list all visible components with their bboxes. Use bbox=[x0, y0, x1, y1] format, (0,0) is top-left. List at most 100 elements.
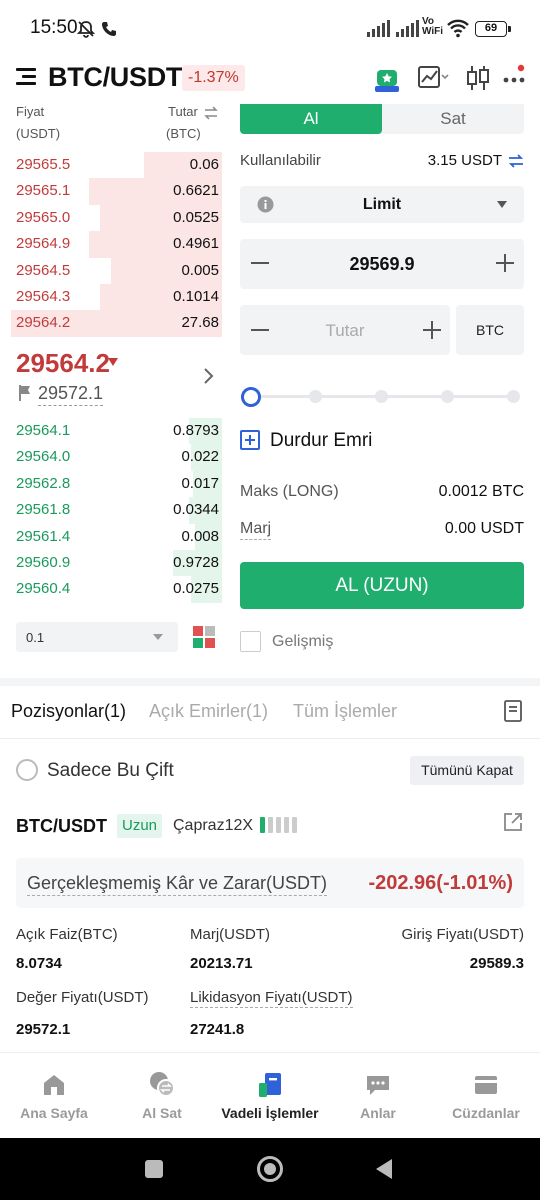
dropdown-arrow-icon bbox=[153, 634, 163, 640]
tab-buy[interactable]: Al bbox=[240, 104, 382, 134]
close-all-button[interactable]: Tümünü Kapat bbox=[410, 756, 524, 785]
unrealized-pnl-value: -202.96(-1.01%) bbox=[368, 872, 513, 894]
tab-positions[interactable]: Pozisyonlar(1) bbox=[11, 701, 126, 722]
price-input[interactable]: 29569.9 bbox=[280, 254, 484, 275]
ask-row[interactable]: 29564.2 27.68 bbox=[0, 310, 222, 337]
back-icon[interactable] bbox=[374, 1158, 394, 1180]
chart-icon[interactable] bbox=[418, 66, 450, 92]
header: BTC/USDT -1.37% bbox=[0, 56, 540, 104]
nav-home[interactable]: Ana Sayfa bbox=[0, 1053, 108, 1139]
battery-tip bbox=[508, 26, 511, 32]
slider-handle[interactable] bbox=[241, 387, 261, 407]
bid-row[interactable]: 29561.4 0.008 bbox=[0, 523, 222, 550]
document-icon[interactable] bbox=[503, 700, 523, 722]
ask-price: 29564.3 bbox=[16, 288, 71, 305]
ask-row[interactable]: 29564.9 0.4961 bbox=[0, 231, 222, 258]
advanced-checkbox[interactable] bbox=[240, 631, 261, 652]
ask-row[interactable]: 29564.5 0.005 bbox=[0, 257, 222, 284]
only-pair-radio[interactable] bbox=[16, 759, 38, 781]
bid-row[interactable]: 29560.4 0.0275 bbox=[0, 576, 222, 603]
chevron-right-icon[interactable] bbox=[203, 367, 215, 385]
bot-icon[interactable] bbox=[373, 64, 401, 94]
candlestick-icon[interactable] bbox=[466, 64, 490, 92]
tab-open-orders[interactable]: Açık Emirler(1) bbox=[149, 701, 268, 722]
slider-step-25[interactable] bbox=[309, 390, 322, 403]
stop-order-label[interactable]: Durdur Emri bbox=[270, 430, 372, 452]
buy-sell-tabs: Al Sat bbox=[240, 104, 524, 134]
nav-futures[interactable]: Vadeli İşlemler bbox=[216, 1053, 324, 1139]
position-margin-label: Marj(USDT) bbox=[190, 926, 270, 943]
bid-row[interactable]: 29561.8 0.0344 bbox=[0, 497, 222, 524]
only-pair-label[interactable]: Sadece Bu Çift bbox=[47, 760, 174, 782]
price-increase-button[interactable] bbox=[495, 253, 515, 273]
ask-row[interactable]: 29565.5 0.06 bbox=[0, 152, 222, 179]
max-long-value: 0.0012 BTC bbox=[438, 483, 524, 500]
ask-row[interactable]: 29565.0 0.0525 bbox=[0, 204, 222, 232]
stop-order-checkbox-icon[interactable] bbox=[240, 430, 260, 450]
nav-trade[interactable]: Al Sat bbox=[108, 1053, 216, 1139]
order-type-value: Limit bbox=[362, 196, 402, 213]
battery-level: 69 bbox=[484, 22, 498, 34]
price-column-header: Fiyat bbox=[16, 104, 45, 119]
bid-row[interactable]: 29564.1 0.8793 bbox=[0, 418, 222, 445]
wallet-icon bbox=[475, 1076, 497, 1094]
down-arrow-icon bbox=[108, 358, 118, 366]
more-icon[interactable] bbox=[502, 64, 526, 90]
bid-row[interactable]: 29560.9 0.9728 bbox=[0, 550, 222, 577]
unrealized-pnl-label: Gerçekleşmemiş Kâr ve Zarar(USDT) bbox=[27, 873, 328, 896]
nav-trade-label: Al Sat bbox=[142, 1105, 182, 1121]
price-decrease-button[interactable] bbox=[250, 253, 270, 273]
mark-price: 29572.1 bbox=[38, 383, 104, 406]
entry-price-label: Giriş Fiyatı(USDT) bbox=[401, 926, 525, 943]
ask-qty: 0.005 bbox=[181, 261, 219, 279]
liquidation-price-value: 27241.8 bbox=[190, 1021, 245, 1038]
tab-sell[interactable]: Sat bbox=[382, 104, 524, 134]
bid-row[interactable]: 29564.0 0.022 bbox=[0, 444, 222, 471]
amount-column-unit: (BTC) bbox=[166, 126, 201, 141]
amount-unit: BTC bbox=[476, 322, 504, 338]
tab-all-trades[interactable]: Tüm İşlemler bbox=[293, 701, 397, 722]
ask-row[interactable]: 29564.3 0.1014 bbox=[0, 284, 222, 311]
buy-long-button[interactable]: AL (UZUN) bbox=[240, 562, 524, 609]
mark-price-value: 29572.1 bbox=[16, 1021, 71, 1038]
unrealized-pnl-box: Gerçekleşmemiş Kâr ve Zarar(USDT) -202.9… bbox=[16, 858, 524, 908]
status-time: 15:50 bbox=[30, 17, 78, 38]
home-button-icon[interactable] bbox=[257, 1156, 283, 1182]
entry-price-value: 29589.3 bbox=[469, 955, 524, 972]
ask-qty: 0.6621 bbox=[173, 182, 219, 200]
recents-icon[interactable] bbox=[145, 1160, 163, 1178]
share-external-icon[interactable] bbox=[503, 812, 523, 832]
bid-price: 29560.4 bbox=[16, 580, 71, 598]
precision-select[interactable]: 0.1 bbox=[16, 622, 178, 652]
bid-qty: 0.8793 bbox=[173, 422, 219, 439]
order-type-select[interactable]: Limit bbox=[240, 186, 524, 223]
amount-input[interactable]: Tutar bbox=[280, 321, 410, 341]
ask-row[interactable]: 29565.1 0.6621 bbox=[0, 178, 222, 205]
nav-futures-label: Vadeli İşlemler bbox=[221, 1105, 319, 1121]
bid-qty: 0.0275 bbox=[173, 580, 219, 598]
slider-step-50[interactable] bbox=[375, 390, 388, 403]
swap-unit-icon[interactable] bbox=[203, 106, 219, 120]
open-interest-value: 8.0734 bbox=[16, 955, 62, 972]
slider-step-100[interactable] bbox=[507, 390, 520, 403]
slider-step-75[interactable] bbox=[441, 390, 454, 403]
menu-icon[interactable] bbox=[16, 66, 40, 88]
status-bar: 15:50 Vo WiFi 69 bbox=[0, 0, 540, 56]
amount-unit-select[interactable]: BTC bbox=[456, 305, 524, 355]
book-layout-icon[interactable] bbox=[192, 625, 216, 649]
amount-increase-button[interactable] bbox=[422, 320, 442, 340]
home-icon bbox=[44, 1075, 64, 1095]
bid-qty: 0.008 bbox=[181, 527, 219, 545]
nav-wallet[interactable]: Cüzdanlar bbox=[432, 1053, 540, 1139]
order-type-arrow-icon bbox=[497, 201, 507, 208]
ask-qty: 0.0525 bbox=[173, 208, 219, 226]
advanced-label[interactable]: Gelişmiş bbox=[272, 633, 333, 651]
transfer-icon[interactable] bbox=[508, 153, 524, 169]
pair-title[interactable]: BTC/USDT bbox=[48, 62, 182, 93]
bid-row[interactable]: 29562.8 0.017 bbox=[0, 470, 222, 498]
amount-decrease-button[interactable] bbox=[250, 320, 270, 340]
bid-price: 29561.4 bbox=[16, 527, 71, 545]
ask-price: 29564.9 bbox=[16, 235, 71, 253]
nav-moments[interactable]: Anlar bbox=[324, 1053, 432, 1139]
margin-value: 0.00 USDT bbox=[444, 520, 524, 537]
